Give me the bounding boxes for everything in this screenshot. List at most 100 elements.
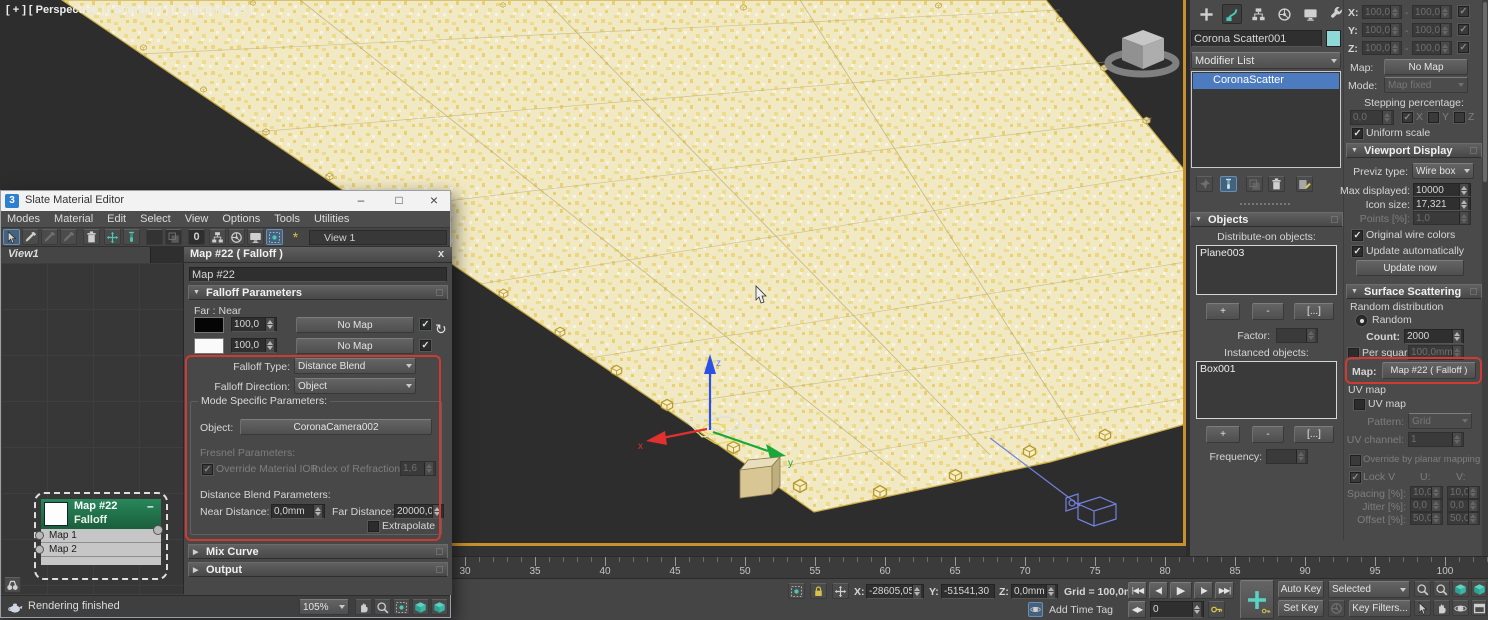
- zoom-tool-icon[interactable]: [374, 599, 391, 615]
- falloff-map-node[interactable]: Map #22 Falloff – Map 1 Map 2: [41, 499, 161, 573]
- select-tool-icon[interactable]: [3, 229, 20, 245]
- pan-tool-icon[interactable]: [355, 599, 372, 615]
- distribute-remove-button[interactable]: -: [1252, 303, 1284, 320]
- extrapolate-checkbox[interactable]: [368, 521, 379, 532]
- near-distance-spinner[interactable]: [313, 505, 322, 518]
- menu-options[interactable]: Options: [222, 213, 260, 225]
- layout-vertical-icon[interactable]: [209, 229, 226, 245]
- auto-key-button[interactable]: Auto Key: [1278, 581, 1324, 598]
- navigator-find-icon[interactable]: [4, 577, 21, 593]
- map-name-field[interactable]: Map #22: [189, 267, 447, 282]
- coord-x-field[interactable]: -28605,05: [866, 584, 924, 599]
- scale-z-checkbox[interactable]: [1458, 42, 1469, 53]
- falloff-direction-dropdown[interactable]: Object: [294, 378, 416, 394]
- parameter-panel-close-icon[interactable]: x: [438, 248, 444, 260]
- pattern-dropdown[interactable]: Grid: [1408, 413, 1472, 429]
- close-button[interactable]: ×: [422, 192, 446, 208]
- viewport-label[interactable]: [ + ] [ Perspective ] [ Standard ] [ Edg…: [6, 4, 253, 16]
- per-square-field[interactable]: 100,0mm: [1408, 345, 1464, 360]
- add-time-tag[interactable]: Add Time Tag: [1049, 604, 1113, 616]
- menu-edit[interactable]: Edit: [107, 213, 126, 225]
- current-frame-field[interactable]: 0: [1150, 601, 1204, 618]
- go-to-end-button[interactable]: ▶▶|: [1215, 582, 1234, 599]
- menu-material[interactable]: Material: [54, 213, 93, 225]
- layout-all-icon[interactable]: [123, 229, 140, 245]
- command-panel-scrollbar[interactable]: [1482, 0, 1488, 556]
- lock-v-checkbox[interactable]: [1350, 472, 1361, 483]
- object-name-field[interactable]: Corona Scatter001: [1191, 30, 1322, 47]
- node-header[interactable]: Map #22 Falloff –: [41, 499, 161, 529]
- go-to-start-button[interactable]: |◀◀: [1128, 582, 1147, 599]
- tab-hierarchy-icon[interactable]: [1248, 4, 1268, 24]
- near-distance-field[interactable]: 0,0mm: [271, 504, 325, 519]
- tab-display-icon[interactable]: [1300, 4, 1320, 24]
- maximize-viewport-icon[interactable]: [1471, 600, 1487, 616]
- tab-utilities-icon[interactable]: [1326, 4, 1346, 24]
- menu-tools[interactable]: Tools: [274, 213, 300, 225]
- selection-lock-icon[interactable]: [810, 583, 827, 599]
- coord-z-field[interactable]: 0,0mm: [1011, 584, 1058, 599]
- node-slot-map1[interactable]: Map 1: [41, 529, 161, 543]
- key-mode-icon[interactable]: [1328, 600, 1345, 617]
- surface-scattering-rollout-header[interactable]: ▼ Surface Scattering: [1346, 284, 1482, 299]
- falloff-type-dropdown[interactable]: Distance Blend: [294, 358, 416, 374]
- make-unique-icon[interactable]: [1246, 176, 1263, 192]
- slate-title-bar[interactable]: 3 Slate Material Editor – □ ×: [1, 191, 450, 211]
- uv-channel-field[interactable]: 1: [1408, 432, 1464, 447]
- key-filters-button[interactable]: Key Filters...: [1349, 600, 1411, 617]
- panel-splitter[interactable]: [1240, 203, 1290, 206]
- selection-region-icon[interactable]: [788, 583, 805, 599]
- distribute-objects-list[interactable]: Plane003: [1196, 245, 1337, 295]
- front-amount-spinner[interactable]: [265, 318, 274, 331]
- falloff-parameters-rollout[interactable]: ▼ Falloff Parameters: [188, 285, 448, 300]
- count-field[interactable]: 2000: [1404, 329, 1464, 344]
- material-parameter-editor-icon[interactable]: [247, 229, 264, 245]
- ior-field[interactable]: 1,6: [400, 461, 436, 476]
- stepping-y-checkbox[interactable]: [1428, 112, 1439, 123]
- move-children-icon[interactable]: [104, 229, 121, 245]
- offset-v-field[interactable]: 50,0: [1447, 512, 1480, 525]
- remove-modifier-icon[interactable]: [1268, 176, 1285, 192]
- show-end-result-icon[interactable]: [1220, 176, 1237, 192]
- time-tag-icon[interactable]: [1028, 602, 1043, 617]
- minimize-button[interactable]: –: [349, 193, 373, 207]
- update-now-button[interactable]: Update now: [1356, 260, 1464, 276]
- frame-spinner[interactable]: [1192, 602, 1201, 617]
- modifier-stack-item[interactable]: CoronaScatter: [1193, 73, 1339, 89]
- delete-selected-icon[interactable]: [83, 229, 100, 245]
- zoom-extents-tool-icon[interactable]: [412, 599, 429, 615]
- objects-rollout-header[interactable]: ▼ Objects: [1190, 212, 1343, 227]
- override-planar-checkbox[interactable]: [1350, 455, 1361, 466]
- offset-u-field[interactable]: 50,0: [1410, 512, 1443, 525]
- menu-select[interactable]: Select: [140, 213, 171, 225]
- scale-x-checkbox[interactable]: [1458, 6, 1469, 17]
- random-radio[interactable]: [1356, 315, 1367, 326]
- box001-object[interactable]: [739, 455, 781, 499]
- spacing-v-field[interactable]: 10,0: [1447, 486, 1480, 499]
- front-map-button[interactable]: No Map: [296, 317, 414, 333]
- node-output-socket[interactable]: [153, 525, 163, 535]
- view-zoom-dropdown[interactable]: 105%: [299, 599, 349, 615]
- selection-set-dropdown[interactable]: Selected: [1328, 581, 1410, 598]
- instanced-objects-list[interactable]: Box001: [1196, 361, 1337, 419]
- scale-z-min-field[interactable]: 100,0: [1362, 41, 1402, 55]
- stepping-field[interactable]: 0,0: [1350, 110, 1394, 125]
- front-map-checkbox[interactable]: [420, 319, 431, 330]
- instanced-add-button[interactable]: +: [1206, 426, 1240, 443]
- side-map-button[interactable]: No Map: [296, 338, 414, 354]
- toolbar-view-tab[interactable]: View 1: [309, 230, 447, 245]
- side-amount-spinner[interactable]: [265, 339, 274, 352]
- viewport-display-rollout-header[interactable]: ▼ Viewport Display: [1346, 143, 1482, 158]
- put-material-icon[interactable]: [41, 229, 58, 245]
- pick-material-icon[interactable]: [22, 229, 39, 245]
- zoom-region-tool-icon[interactable]: [393, 599, 410, 615]
- zoom-extents-all-icon[interactable]: [1471, 581, 1487, 597]
- instanced-remove-button[interactable]: -: [1252, 426, 1284, 443]
- coord-z-spinner[interactable]: [1046, 585, 1055, 598]
- scale-z-max-field[interactable]: 100,0: [1412, 41, 1452, 55]
- maximize-button[interactable]: □: [387, 193, 411, 207]
- configure-modifier-sets-icon[interactable]: [1296, 176, 1313, 192]
- jitter-v-field[interactable]: 0,0: [1447, 499, 1480, 512]
- scale-y-max-field[interactable]: 100,0: [1412, 23, 1452, 37]
- object-color-swatch[interactable]: [1326, 30, 1341, 47]
